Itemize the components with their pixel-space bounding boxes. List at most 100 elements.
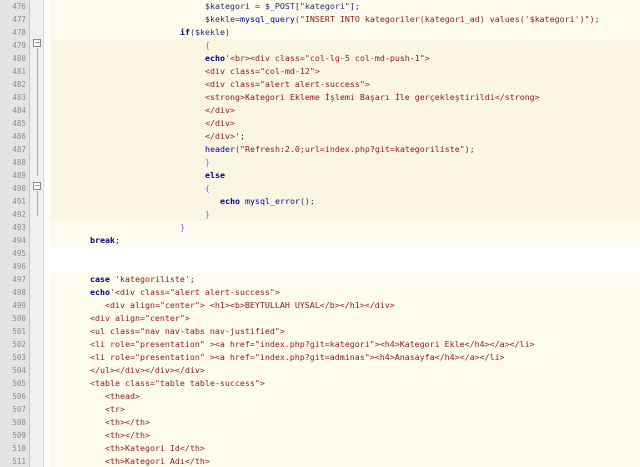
code-token: { xyxy=(205,40,210,50)
code-line[interactable]: 482 <div class="alert alert-success"> xyxy=(0,78,640,91)
code-token: ; xyxy=(594,14,600,24)
code-token: } xyxy=(205,209,210,219)
code-text: <th>Kategori Adı</th> xyxy=(50,455,640,467)
code-text: $kategori = $_POST["kategori"]; xyxy=(50,0,640,13)
code-line[interactable]: 487 header("Refresh:2.0;url=index.php?git… xyxy=(0,143,640,156)
code-line[interactable]: 491 echo mysql_error(); xyxy=(0,195,640,208)
code-line[interactable]: 511 <th>Kategori Adı</th> xyxy=(0,455,640,467)
line-number: 503 xyxy=(12,353,26,362)
code-line[interactable]: 490 { xyxy=(0,182,640,195)
code-line[interactable]: 509 <th></th> xyxy=(0,429,640,442)
code-token: <thead> xyxy=(105,391,140,401)
code-token: <div align="center"> xyxy=(90,313,190,323)
code-line[interactable]: 498 echo'<div class="alert alert-success"… xyxy=(0,286,640,299)
code-token: 'kategoriliste' xyxy=(114,274,190,284)
code-line[interactable]: 492} xyxy=(0,208,640,221)
code-text: } xyxy=(50,156,640,169)
code-text: <div class="col-md-12"> xyxy=(50,65,640,78)
code-token: <table class="table table-success"> xyxy=(90,378,265,388)
code-text: } xyxy=(50,221,640,234)
code-line[interactable]: 483 <strong>Kategori Ekleme İşlemi Başarı… xyxy=(0,91,640,104)
code-token: ($kekle) xyxy=(190,27,230,37)
code-text: echo'<br><div class="col-lg-5 col-md-pus… xyxy=(50,52,640,65)
code-token: ; xyxy=(469,144,475,154)
line-number: 499 xyxy=(12,301,26,310)
code-token: <th>Kategori Id</th> xyxy=(105,443,205,453)
line-number: 508 xyxy=(12,418,26,427)
code-text: } xyxy=(50,208,640,221)
line-number: 506 xyxy=(12,392,26,401)
code-line[interactable]: 510 <th>Kategori Id</th> xyxy=(0,442,640,455)
code-line[interactable]: 506 <thead> xyxy=(0,390,640,403)
line-number: 478 xyxy=(12,28,26,37)
code-text: { xyxy=(50,39,640,52)
code-line[interactable]: 480 echo'<br><div class="col-lg-5 col-md-… xyxy=(0,52,640,65)
code-line[interactable]: 484 </div> xyxy=(0,104,640,117)
code-line[interactable]: 493} xyxy=(0,221,640,234)
line-number: 488 xyxy=(12,158,26,167)
line-number: 494 xyxy=(12,236,26,245)
code-token: <div class="col-md-12"> xyxy=(205,66,320,76)
code-token: ("Refresh:2.0;url=index.php?git=kategori… xyxy=(234,144,470,154)
code-line[interactable]: 488} xyxy=(0,156,640,169)
code-line[interactable]: 476 $kategori = $_POST["kategori"]; xyxy=(0,0,640,13)
code-line[interactable]: 504 </ul></div></div></div> xyxy=(0,364,640,377)
code-text: header("Refresh:2.0;url=index.php?git=ka… xyxy=(50,143,640,156)
code-token: break xyxy=(90,235,115,245)
code-line[interactable]: 499 <div align="center"> <h1><b>BEYTULLAH… xyxy=(0,299,640,312)
code-line[interactable]: 501 <ul class="nav nav-tabs nav-justified… xyxy=(0,325,640,338)
code-text: <ul class="nav nav-tabs nav-justified"> xyxy=(50,325,640,338)
code-token: <th>Kategori Adı</th> xyxy=(105,456,210,466)
code-line[interactable]: 500 <div align="center"> xyxy=(0,312,640,325)
code-text: break; xyxy=(50,234,640,247)
code-text: <li role="presentation" ><a href="index.… xyxy=(50,338,640,351)
line-number: 489 xyxy=(12,171,26,180)
code-line[interactable]: 494 break; xyxy=(0,234,640,247)
code-line[interactable]: 496 xyxy=(0,260,640,273)
code-token: mysql_query xyxy=(239,14,295,24)
code-token: } xyxy=(180,222,185,232)
code-text: </div>'; xyxy=(50,130,640,143)
code-token: case xyxy=(90,274,115,284)
code-text: $kekle=mysql_query("INSERT INTO kategori… xyxy=(50,13,640,26)
code-token: <div class="alert alert-success"> xyxy=(205,79,370,89)
line-number: 479 xyxy=(12,41,26,50)
code-editor[interactable]: − − 476 $kategori = $_POST["kategori"]; 47… xyxy=(0,0,640,467)
code-token: </ul></div></div></div> xyxy=(90,365,205,375)
code-token: </div> xyxy=(205,105,235,115)
code-line[interactable]: 481 <div class="col-md-12"> xyxy=(0,65,640,78)
code-line[interactable]: 495 xyxy=(0,247,640,260)
code-lines[interactable]: 476 $kategori = $_POST["kategori"]; 477 $ke… xyxy=(0,0,640,467)
code-token: ; xyxy=(239,131,245,141)
code-text: <th>Kategori Id</th> xyxy=(50,442,640,455)
code-text: <div class="alert alert-success"> xyxy=(50,78,640,91)
code-token: echo xyxy=(90,287,110,297)
code-line[interactable]: 485 </div> xyxy=(0,117,640,130)
code-text: echo mysql_error(); xyxy=(50,195,640,208)
code-text: <div align="center"> xyxy=(50,312,640,325)
code-line[interactable]: 505 <table class="table table-success"> xyxy=(0,377,640,390)
line-number: 482 xyxy=(12,80,26,89)
code-line[interactable]: 489 else xyxy=(0,169,640,182)
code-line[interactable]: 507 <tr> xyxy=(0,403,640,416)
code-line[interactable]: 502 <li role="presentation" ><a href="ind… xyxy=(0,338,640,351)
code-token: } xyxy=(205,157,210,167)
code-line[interactable]: 508 <th></th> xyxy=(0,416,640,429)
code-text: echo'<div class="alert alert-success"> xyxy=(50,286,640,299)
code-line[interactable]: 477 $kekle=mysql_query("INSERT INTO kateg… xyxy=(0,13,640,26)
code-token: $kategori = $_POST["kategori"]; xyxy=(205,1,360,11)
code-text: <th></th> xyxy=(50,429,640,442)
line-number: 507 xyxy=(12,405,26,414)
code-token: mysql_error xyxy=(244,196,300,206)
code-line[interactable]: 478 if($kekle) xyxy=(0,26,640,39)
code-line[interactable]: 503 <li role="presentation" ><a href="ind… xyxy=(0,351,640,364)
code-token: </div> xyxy=(205,118,235,128)
line-number: 493 xyxy=(12,223,26,232)
code-token: ("INSERT INTO kategoriler(kategori_ad) v… xyxy=(294,14,595,24)
code-token: <ul class="nav nav-tabs nav-justified"> xyxy=(90,326,285,336)
code-line[interactable]: 479 { xyxy=(0,39,640,52)
code-text: </ul></div></div></div> xyxy=(50,364,640,377)
line-number: 500 xyxy=(12,314,26,323)
code-line[interactable]: 486 </div>'; xyxy=(0,130,640,143)
code-line[interactable]: 497 case 'kategoriliste'; xyxy=(0,273,640,286)
